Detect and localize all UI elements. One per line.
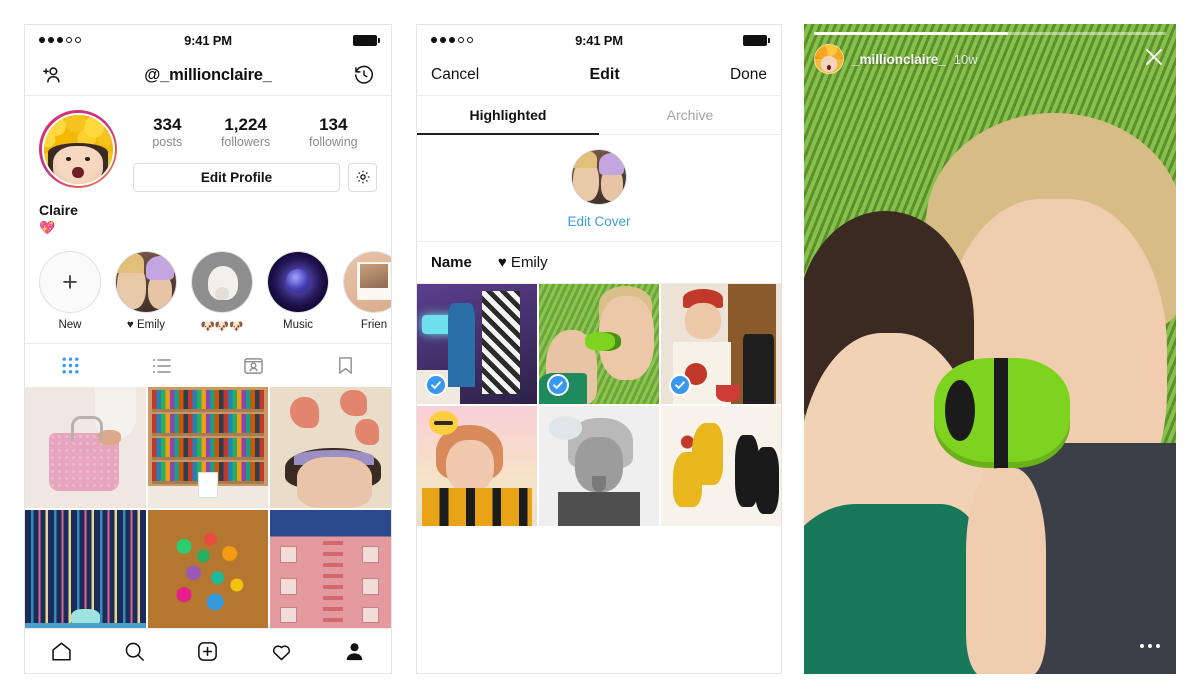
story-username[interactable]: _millionclaire_ bbox=[852, 52, 946, 67]
battery-icon bbox=[743, 34, 770, 46]
profile-avatar[interactable] bbox=[39, 110, 117, 188]
profile-icon[interactable] bbox=[341, 638, 367, 664]
tab-tagged[interactable] bbox=[208, 344, 300, 387]
tab-saved[interactable] bbox=[300, 344, 392, 387]
status-bar-time: 9:41 PM bbox=[184, 32, 232, 48]
tab-grid[interactable] bbox=[25, 344, 117, 387]
edit-cover-button[interactable]: Edit Cover bbox=[417, 214, 781, 229]
status-bar-time: 9:41 PM bbox=[575, 32, 623, 48]
highlight-cover-friends[interactable] bbox=[343, 251, 391, 314]
story-progress-bar bbox=[814, 32, 1166, 35]
add-highlight-icon[interactable]: + bbox=[39, 251, 101, 314]
grid-photo[interactable] bbox=[270, 510, 391, 631]
profile-nav-bar: @_millionclaire_ bbox=[25, 55, 391, 96]
profile-stats: 334 posts 1,224 followers 134 following … bbox=[117, 110, 377, 192]
highlight-label: New bbox=[58, 319, 82, 332]
highlight-label: Music bbox=[282, 319, 314, 332]
edit-story-grid bbox=[417, 284, 781, 526]
story-author-avatar[interactable] bbox=[814, 44, 844, 74]
highlight-dogs[interactable]: 🐶🐶🐶 bbox=[191, 251, 253, 333]
story-tile[interactable] bbox=[539, 284, 659, 404]
tab-highlighted[interactable]: Highlighted bbox=[417, 96, 599, 135]
highlight-cover-emily[interactable] bbox=[115, 251, 177, 314]
stat-followers[interactable]: 1,224 followers bbox=[221, 114, 270, 151]
profile-username-title: @_millionclaire_ bbox=[144, 65, 272, 84]
grid-photo[interactable] bbox=[25, 510, 146, 631]
profile-tab-bar bbox=[25, 343, 391, 387]
stat-following-label: following bbox=[308, 135, 358, 150]
story-highlights-row[interactable]: + New ♥ Emily 🐶🐶🐶 Music Frien bbox=[25, 237, 391, 343]
profile-photo-grid bbox=[25, 387, 391, 631]
stat-following[interactable]: 134 following bbox=[309, 114, 358, 151]
home-icon[interactable] bbox=[49, 638, 75, 664]
highlight-name-row[interactable]: Name ♥ Emily bbox=[417, 242, 781, 284]
phone-screen-profile: 9:41 PM @_millionclaire_ 334 posts 1,224… bbox=[24, 24, 392, 674]
stat-posts-number: 334 bbox=[153, 115, 182, 134]
story-timestamp: 10w bbox=[953, 51, 978, 67]
edit-profile-button[interactable]: Edit Profile bbox=[133, 162, 340, 192]
highlight-cover-preview[interactable] bbox=[571, 149, 627, 205]
grid-photo[interactable] bbox=[147, 510, 269, 631]
phone-screen-edit-highlight: 9:41 PM Cancel Edit Done Highlighted Arc… bbox=[416, 24, 782, 674]
highlight-cover-music[interactable] bbox=[267, 251, 329, 314]
story-tile[interactable] bbox=[661, 406, 781, 526]
activity-heart-icon[interactable] bbox=[268, 638, 294, 664]
status-bar-edit: 9:41 PM bbox=[417, 25, 781, 55]
story-photo-subjects bbox=[804, 89, 1176, 674]
selected-check-icon[interactable] bbox=[669, 374, 691, 396]
story-progress-fill bbox=[814, 32, 1008, 35]
battery-icon bbox=[353, 34, 380, 46]
search-icon[interactable] bbox=[122, 638, 148, 664]
story-tile[interactable] bbox=[539, 406, 659, 526]
highlight-friends[interactable]: Frien bbox=[343, 251, 391, 333]
add-person-icon[interactable] bbox=[39, 62, 65, 88]
stat-followers-number: 1,224 bbox=[224, 115, 267, 134]
cover-section: Edit Cover bbox=[417, 135, 781, 242]
bio-display-name: Claire bbox=[39, 201, 78, 218]
name-input[interactable]: ♥ Emily bbox=[498, 254, 548, 271]
highlight-cover-dogs[interactable] bbox=[191, 251, 253, 314]
stat-followers-label: followers bbox=[220, 135, 271, 150]
tab-archive[interactable]: Archive bbox=[599, 96, 781, 134]
highlight-new[interactable]: + New bbox=[39, 251, 101, 333]
done-button[interactable]: Done bbox=[730, 66, 767, 84]
selected-check-icon[interactable] bbox=[547, 374, 569, 396]
gear-icon[interactable] bbox=[348, 162, 377, 192]
edit-title: Edit bbox=[589, 66, 620, 83]
screenshot-stage: 9:41 PM @_millionclaire_ 334 posts 1,224… bbox=[0, 0, 1200, 698]
stat-posts-label: posts bbox=[152, 135, 183, 150]
cancel-button[interactable]: Cancel bbox=[431, 66, 479, 84]
stat-posts[interactable]: 334 posts bbox=[152, 114, 182, 151]
highlight-emily[interactable]: ♥ Emily bbox=[115, 251, 177, 333]
story-header: _millionclaire_ 10w bbox=[814, 44, 1166, 74]
bio-emoji: 💖 bbox=[39, 219, 56, 235]
profile-bio: Claire 💖 bbox=[25, 192, 391, 238]
grid-photo[interactable] bbox=[25, 387, 146, 509]
stat-following-number: 134 bbox=[319, 115, 348, 134]
story-tile[interactable] bbox=[417, 406, 537, 526]
close-icon[interactable] bbox=[1142, 45, 1166, 74]
grid-photo[interactable] bbox=[147, 387, 269, 509]
more-options-icon[interactable] bbox=[1140, 644, 1160, 648]
highlight-music[interactable]: Music bbox=[267, 251, 329, 333]
highlight-label: 🐶🐶🐶 bbox=[200, 321, 244, 334]
grid-photo[interactable] bbox=[270, 387, 391, 509]
edit-nav-bar: Cancel Edit Done bbox=[417, 55, 781, 95]
archive-clock-icon[interactable] bbox=[351, 62, 377, 88]
edit-segment-tabs: Highlighted Archive bbox=[417, 95, 781, 135]
story-viewer[interactable]: _millionclaire_ 10w bbox=[804, 24, 1176, 674]
name-label: Name bbox=[431, 254, 472, 271]
profile-header: 334 posts 1,224 followers 134 following … bbox=[25, 96, 391, 192]
story-tile[interactable] bbox=[661, 284, 781, 404]
add-post-icon[interactable] bbox=[195, 638, 221, 664]
status-bar-profile: 9:41 PM bbox=[25, 25, 391, 55]
highlight-label: ♥ Emily bbox=[126, 319, 166, 332]
phone-screen-story-viewer: _millionclaire_ 10w bbox=[804, 24, 1176, 674]
highlight-label: Frien bbox=[360, 319, 388, 332]
tab-list[interactable] bbox=[117, 344, 209, 387]
bottom-navigation-bar bbox=[25, 628, 391, 673]
selected-check-icon[interactable] bbox=[425, 374, 447, 396]
story-tile[interactable] bbox=[417, 284, 537, 404]
